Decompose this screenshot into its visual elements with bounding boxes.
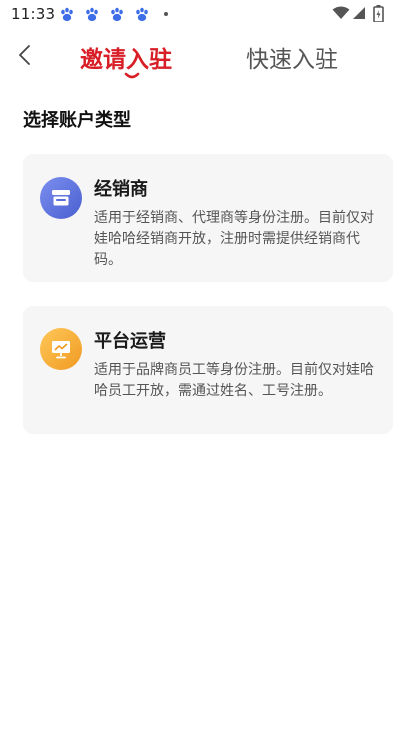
presentation-icon xyxy=(40,328,82,370)
battery-icon xyxy=(373,5,384,22)
tab-invite-entry[interactable]: 邀请入驻 xyxy=(80,40,172,74)
signal-icon xyxy=(353,7,365,19)
active-tab-indicator xyxy=(124,72,140,79)
card-title: 经销商 xyxy=(94,179,148,200)
card-description: 适用于经销商、代理商等身份注册。目前仅对娃哈哈经销商开放，注册时需提供经销商代码… xyxy=(94,210,374,268)
card-description: 适用于品牌商员工等身份注册。目前仅对娃哈哈员工开放，需通过姓名、工号注册。 xyxy=(94,362,374,399)
top-navigation: 邀请入驻 快速入驻 xyxy=(0,30,417,86)
paw-icon xyxy=(111,7,123,22)
account-type-card-distributor[interactable]: 经销商 适用于经销商、代理商等身份注册。目前仅对娃哈哈经销商开放，注册时需提供经… xyxy=(23,154,393,282)
paw-icon xyxy=(136,7,148,22)
section-title: 选择账户类型 xyxy=(23,110,131,131)
paw-icon xyxy=(61,7,73,22)
wifi-icon xyxy=(332,6,350,19)
tab-quick-entry[interactable]: 快速入驻 xyxy=(246,40,338,74)
card-title: 平台运营 xyxy=(94,331,166,352)
status-bar: 11:33 xyxy=(0,0,417,30)
chevron-left-icon[interactable] xyxy=(14,42,36,68)
paw-icon xyxy=(86,7,98,22)
notification-dot xyxy=(164,12,168,16)
status-time: 11:33 xyxy=(11,5,56,23)
account-type-card-operations[interactable]: 平台运营 适用于品牌商员工等身份注册。目前仅对娃哈哈员工开放，需通过姓名、工号注… xyxy=(23,306,393,434)
store-icon xyxy=(40,177,82,219)
